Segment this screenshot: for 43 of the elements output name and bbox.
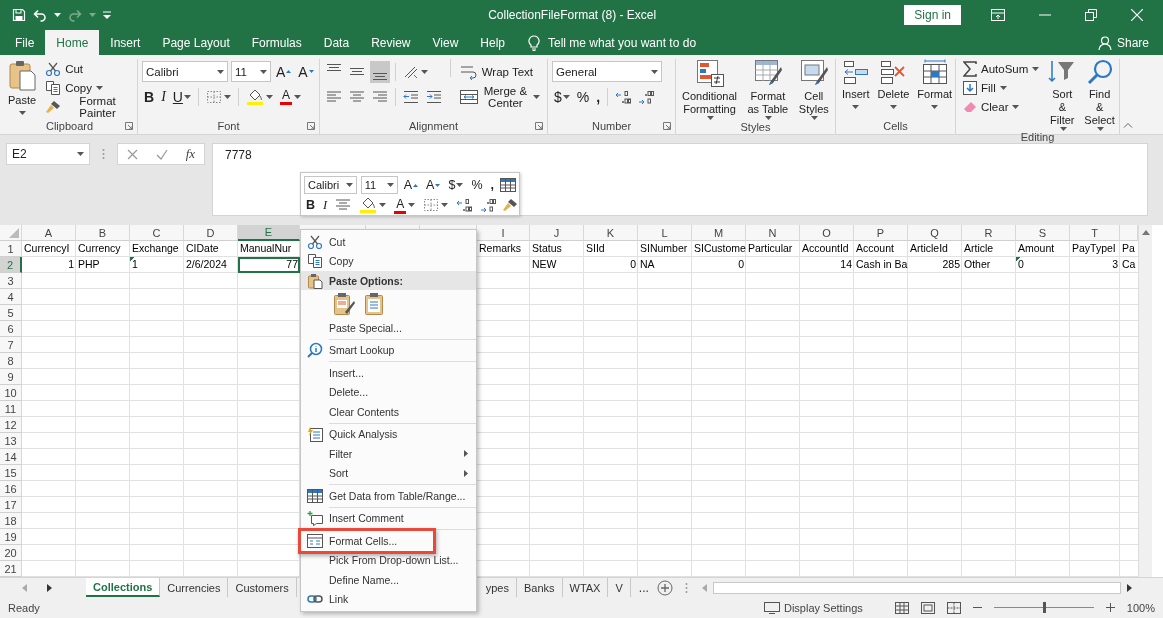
group-label: Editing [1020,131,1055,143]
table-cell-text: CIDate [185,241,220,256]
table-cell-text: Status [531,241,563,256]
menu-heading: Paste Options: [301,271,476,290]
group-label: Alignment [409,119,458,132]
group-label: Clipboard [45,119,94,132]
table-cell-text: Account [855,241,895,256]
group-label: Font [217,119,240,132]
table-cell-text: Particular [747,241,794,256]
table-cell-text: CurrencyI [23,241,71,256]
table-cell-text: SICustome [693,241,746,256]
group-label: Number [591,119,632,132]
table-cell-text: PHP [77,257,101,272]
table-cell-text: AccountId [801,241,850,256]
table-cell-text: 1 [67,257,75,272]
table-cell-text: NA [639,257,656,272]
table-cell-text: Exchange [131,241,180,256]
table-cell-text: 285 [941,257,961,272]
table-cell-text: Cash in Ba [855,257,908,272]
table-cell-text: Remarks [478,241,522,256]
table-cell-text: 2/6/2024 [185,257,228,272]
table-cell-text: SINumber [639,241,689,256]
table-cell-text: Pa [1121,241,1136,256]
table-cell-text: 14 [839,257,853,272]
table-cell-text: 3 [1111,257,1119,272]
table-cell-text: ManualNur [239,241,293,256]
table-cell: 77 [238,257,300,273]
table-cell-text: Article [963,241,995,256]
group-label: Cells [883,119,908,132]
table-cell-text: Currency [77,241,122,256]
zoom-level: 100% [1126,601,1155,614]
table-cell-text: NEW [531,257,558,272]
table-cell-text: Other [963,257,992,272]
table-cell-text: Amount [1017,241,1056,256]
group-label: Styles [740,121,771,133]
table-cell-text: Ca [1121,257,1137,272]
table-cell-text: PayTypeI [1071,241,1117,256]
window-title: CollectionFileFormat (8) - Excel [487,8,658,22]
table-cell-text: 0 [737,257,745,272]
status-text: Ready [8,601,40,614]
table-cell-text: 0 [629,257,637,272]
table-cell-text: ArticleId [909,241,949,256]
table-cell-text: SIId [585,241,606,256]
